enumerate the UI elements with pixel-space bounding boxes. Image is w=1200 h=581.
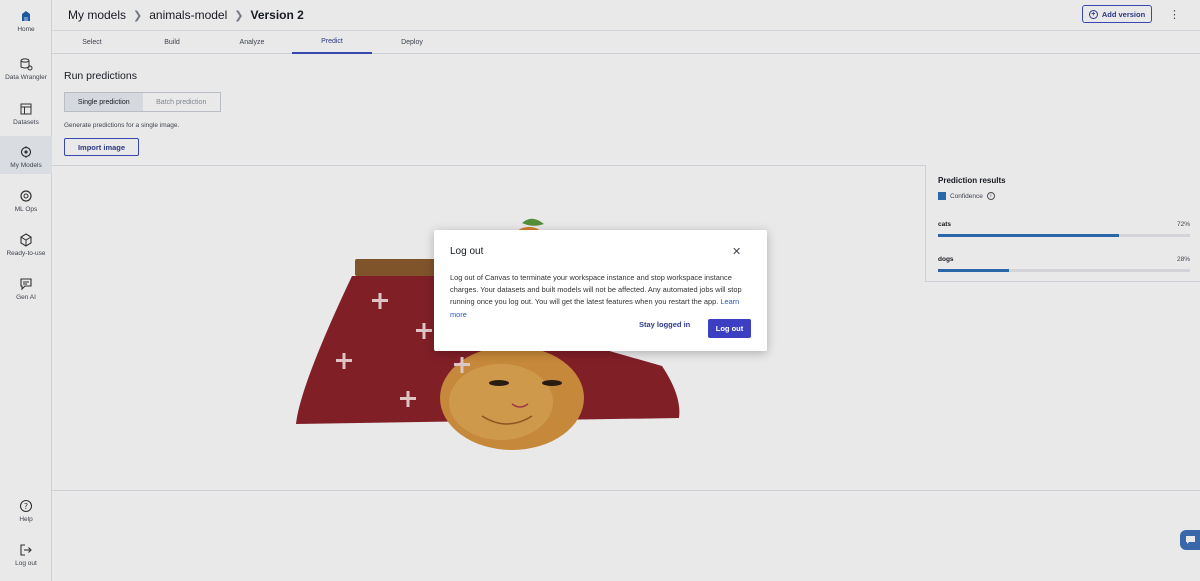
close-icon[interactable]: ✕ <box>732 245 741 258</box>
dialog-title: Log out <box>450 246 484 257</box>
stay-logged-in-button[interactable]: Stay logged in <box>639 320 690 329</box>
confirm-logout-button[interactable]: Log out <box>708 319 751 338</box>
logout-dialog: Log out ✕ Log out of Canvas to terminate… <box>434 230 767 351</box>
dialog-body: Log out of Canvas to terminate your work… <box>450 272 755 321</box>
dialog-message: Log out of Canvas to terminate your work… <box>450 273 742 307</box>
